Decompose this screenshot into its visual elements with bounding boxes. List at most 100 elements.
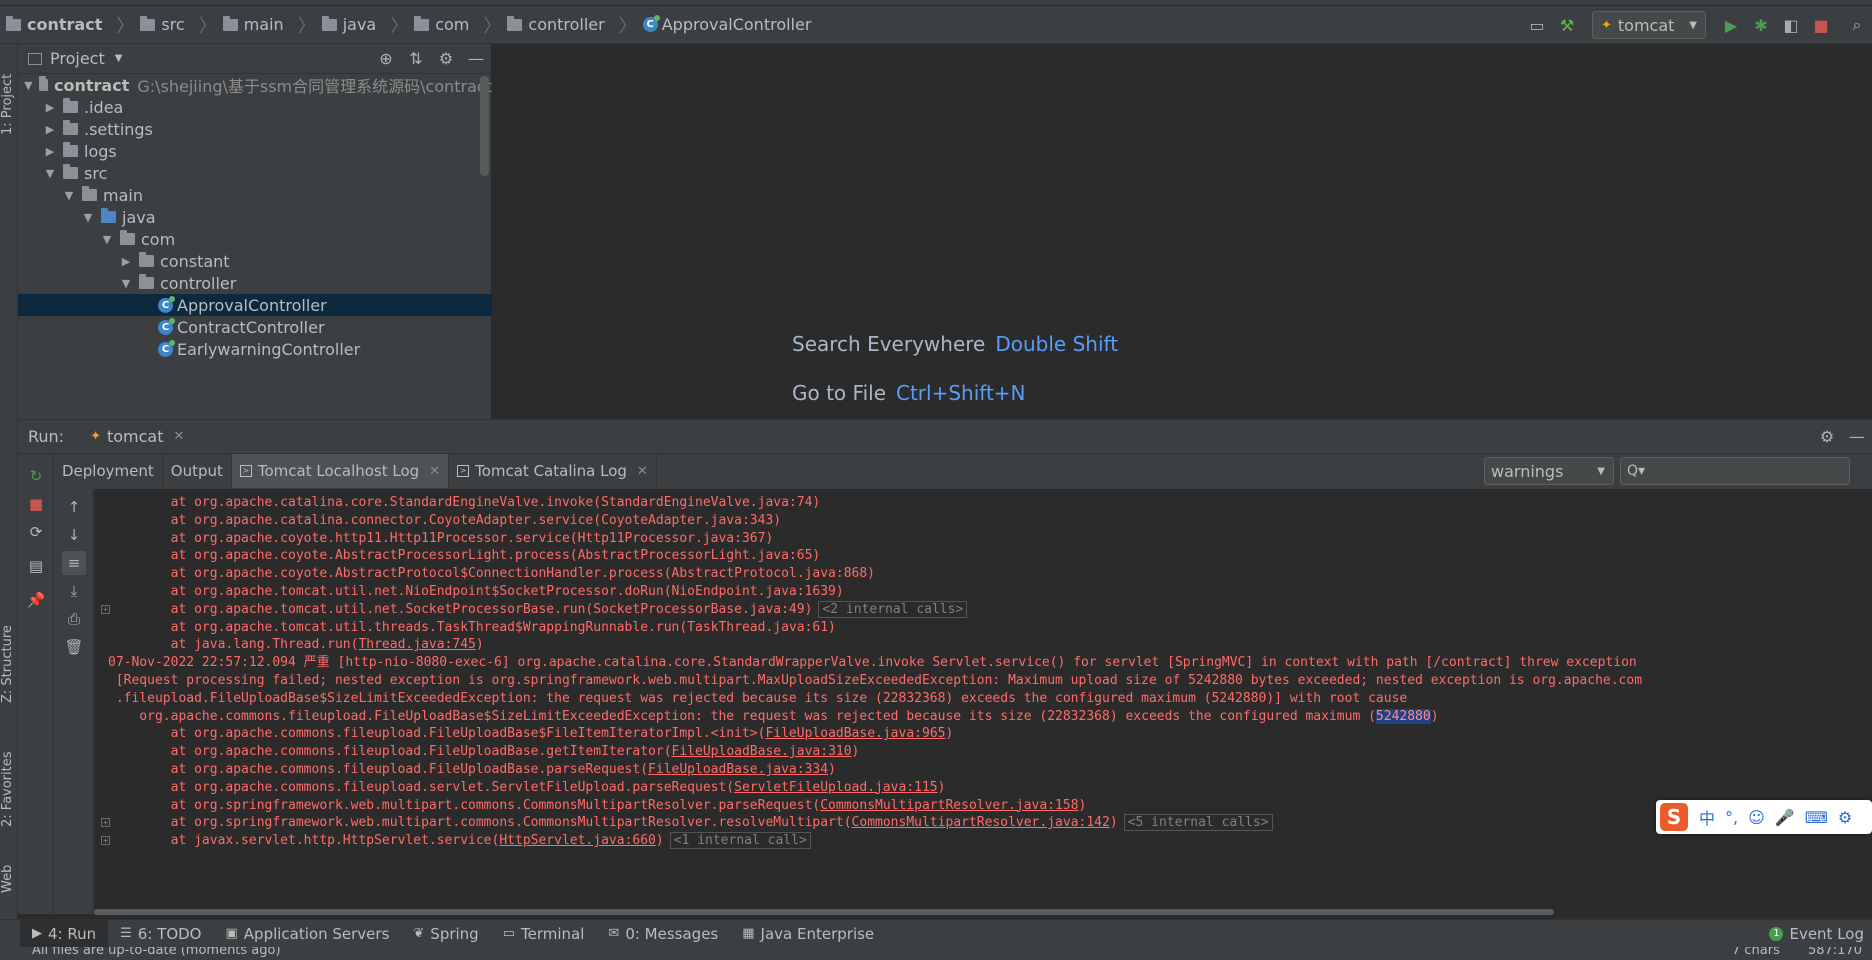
expand-arrow-icon[interactable]: ▼ (24, 79, 33, 92)
stop-icon[interactable]: ■ (1806, 10, 1836, 40)
debug-icon[interactable]: ✱ (1746, 10, 1776, 40)
collapse-arrow-icon[interactable]: ▶ (43, 101, 57, 114)
source-link[interactable]: ServletFileUpload.java:115 (734, 780, 938, 795)
source-link[interactable]: FileUploadBase.java:310 (672, 744, 852, 759)
close-icon[interactable]: ✕ (174, 429, 185, 444)
tree-item[interactable]: ▼ controller (18, 272, 492, 294)
run-subtab[interactable]: Output (163, 454, 232, 488)
hide-icon[interactable]: — (1842, 422, 1872, 452)
collapse-all-icon[interactable]: ⇅ (401, 44, 431, 74)
gear-icon[interactable]: ⚙ (1812, 422, 1842, 452)
internal-calls-badge[interactable]: <2 internal calls> (818, 600, 968, 618)
run-subtab[interactable]: > Tomcat Localhost Log ✕ (231, 454, 450, 488)
microphone-icon[interactable]: 🎤 (1775, 808, 1795, 827)
run-tab-tomcat[interactable]: ✦ tomcat ✕ (90, 427, 184, 446)
breadcrumb-item[interactable]: 〉 controller (475, 12, 604, 38)
event-log-button[interactable]: 1 Event Log (1769, 920, 1864, 948)
internal-calls-badge[interactable]: <1 internal call> (669, 832, 811, 850)
hide-icon[interactable]: — (461, 44, 491, 74)
cursor-position[interactable]: 587:170 (1808, 947, 1862, 958)
run-subtab[interactable]: Deployment (54, 454, 163, 488)
expand-arrow-icon[interactable]: ▼ (62, 189, 76, 202)
run-configuration-select[interactable]: ✦ tomcat ▼ (1592, 11, 1706, 39)
tree-item[interactable]: ▼ com (18, 228, 492, 250)
expand-arrow-icon[interactable]: ▼ (43, 167, 57, 180)
tree-item[interactable]: ▶ logs (18, 140, 492, 162)
stop-icon[interactable]: ■ (24, 492, 48, 516)
breadcrumb-item[interactable]: contract (6, 15, 102, 34)
source-link[interactable]: FileUploadBase.java:334 (648, 762, 828, 777)
emoji-icon[interactable]: ☺ (1748, 808, 1765, 827)
close-icon[interactable]: ✕ (429, 464, 440, 479)
internal-calls-badge[interactable]: <5 internal calls> (1123, 814, 1273, 832)
collapse-arrow-icon[interactable]: ▶ (43, 145, 57, 158)
trash-icon[interactable]: 🗑 (62, 635, 86, 659)
collapse-arrow-icon[interactable]: ▶ (43, 123, 57, 136)
tree-item[interactable]: ▼ main (18, 184, 492, 206)
gear-icon[interactable]: ⚙ (431, 44, 461, 74)
console-search-input[interactable]: Q▾ (1620, 457, 1850, 485)
layout-icon[interactable]: ▤ (24, 554, 48, 578)
run-subtab[interactable]: > Tomcat Catalina Log ✕ (449, 454, 657, 488)
soft-wrap-icon[interactable]: ≡ (62, 551, 86, 575)
web-tool-tab[interactable]: Web (0, 854, 18, 904)
ime-punctuation[interactable]: °, (1725, 808, 1738, 827)
scrollbar[interactable] (480, 76, 489, 176)
pin-icon[interactable]: 📌 (24, 588, 48, 612)
source-link[interactable]: CommonsMultipartResolver.java:142 (852, 815, 1110, 830)
close-icon[interactable]: ✕ (637, 464, 648, 479)
breadcrumb-item[interactable]: 〉 com (382, 12, 469, 38)
tree-item[interactable]: C ApprovalController (18, 294, 492, 316)
ime-language[interactable]: 中 (1699, 805, 1715, 829)
expand-arrow-icon[interactable]: ▼ (81, 211, 95, 224)
source-link[interactable]: CommonsMultipartResolver.java:158 (820, 798, 1078, 813)
bottom-tool-tab[interactable]: ▦ Java Enterprise (730, 920, 886, 948)
source-link[interactable]: HttpServlet.java:660 (499, 833, 656, 848)
build-hammer-icon[interactable]: ⚒ (1552, 10, 1582, 40)
tree-item[interactable]: ▶ .idea (18, 96, 492, 118)
breadcrumb-item[interactable]: 〉 src (108, 12, 184, 38)
console-output[interactable]: at org.apache.catalina.core.StandardEngi… (94, 489, 1872, 915)
print-icon[interactable]: ⎙ (62, 607, 86, 631)
bottom-tool-tab[interactable]: ☰ 6: TODO (108, 920, 213, 948)
project-view-select[interactable]: Project (50, 49, 105, 68)
source-link[interactable]: FileUploadBase.java:965 (765, 726, 945, 741)
coverage-icon[interactable]: ◧ (1776, 10, 1806, 40)
tree-item[interactable]: C ContractController (18, 316, 492, 338)
breadcrumb-item[interactable]: 〉 java (290, 12, 377, 38)
structure-tool-tab[interactable]: Z: Structure (0, 604, 18, 724)
rerun-icon[interactable]: ↻ (24, 464, 48, 488)
ime-settings-icon[interactable]: ⚙ (1838, 808, 1852, 827)
breadcrumb-item[interactable]: 〉 C ApprovalController (611, 12, 811, 38)
arrow-down-icon[interactable]: ↓ (62, 523, 86, 547)
chevron-down-icon[interactable]: ▼ (115, 53, 123, 64)
tree-item[interactable]: ▶ constant (18, 250, 492, 272)
tree-item[interactable]: ▶ .settings (18, 118, 492, 140)
locate-icon[interactable]: ⊕ (371, 44, 401, 74)
expand-arrow-icon[interactable]: ▼ (100, 233, 114, 246)
bottom-tool-tab[interactable]: ✉ 0: Messages (596, 920, 730, 948)
bottom-tool-tab[interactable]: ❦ Spring (401, 920, 490, 948)
selected-text[interactable]: 5242880 (1375, 708, 1431, 724)
horizontal-scrollbar[interactable] (94, 909, 1554, 915)
scroll-to-end-icon[interactable]: ⤓ (62, 579, 86, 603)
log-level-filter-select[interactable]: warnings ▼ (1484, 457, 1614, 485)
bottom-tool-tab[interactable]: ▭ Terminal (491, 920, 597, 948)
restart-icon[interactable]: ⟳ (24, 520, 48, 544)
tree-item[interactable]: ▼ contract G:\shejiing\基于ssm合同管理系统源码\contr… (18, 74, 492, 97)
arrow-up-icon[interactable]: ↑ (62, 495, 86, 519)
project-tool-tab[interactable]: 1: Project (0, 54, 18, 154)
tree-item[interactable]: ▼ java (18, 206, 492, 228)
favorites-tool-tab[interactable]: 2: Favorites (0, 734, 18, 844)
layout-icon[interactable]: ▭ (1522, 10, 1552, 40)
ime-toolbar[interactable]: S 中 °, ☺ 🎤 ⌨ ⚙ (1656, 800, 1872, 834)
collapse-arrow-icon[interactable]: ▶ (119, 255, 133, 268)
tree-item[interactable]: C EarlywarningController (18, 338, 492, 360)
bottom-tool-tab[interactable]: ▣ Application Servers (214, 920, 402, 948)
keyboard-icon[interactable]: ⌨ (1805, 808, 1828, 827)
source-link[interactable]: Thread.java:745 (358, 637, 475, 652)
bottom-tool-tab[interactable]: ▶ 4: Run (20, 919, 109, 948)
run-icon[interactable]: ▶ (1716, 10, 1746, 40)
expand-arrow-icon[interactable]: ▼ (119, 277, 133, 290)
breadcrumb-item[interactable]: 〉 main (191, 12, 284, 38)
